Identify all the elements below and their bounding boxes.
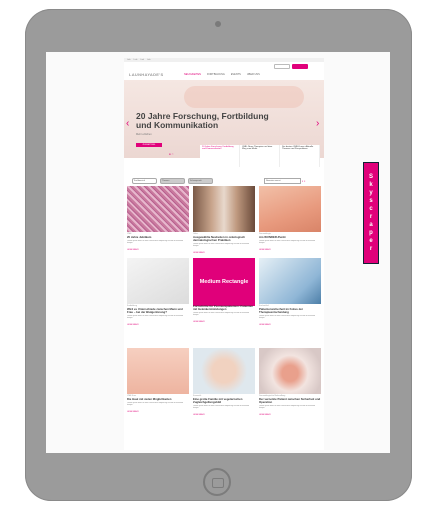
filter-dropdown[interactable]: Fachbereich <box>132 178 157 184</box>
nav-item[interactable]: FORTBILDUNG <box>207 73 225 76</box>
card-image <box>127 258 189 304</box>
card-more-link[interactable]: LESE MEHR <box>127 411 189 413</box>
skyscraper-ad[interactable]: Skyscraper <box>363 162 379 264</box>
card-more-link[interactable]: LESE MEHR <box>259 414 321 416</box>
top-link[interactable]: Link <box>147 59 151 61</box>
camera-icon <box>215 21 221 27</box>
main-nav: NEUIGKEITEN FORTBILDUNG EVENTS UBER UNS <box>184 73 260 76</box>
skyscraper-letter: r <box>369 214 373 220</box>
skyscraper-letter: r <box>369 246 373 252</box>
card-image <box>259 348 321 394</box>
card-text: Lorem ipsum dolor sit amet consectetur a… <box>259 240 315 245</box>
card-title[interactable]: Patientensicherheit im Fokus der Therapi… <box>259 308 321 314</box>
site-logo[interactable]: LAUNHAYADE'S <box>129 72 164 77</box>
nav-item[interactable]: EVENTS <box>231 73 241 76</box>
card-title[interactable]: Wird es Unterschiede zwischen Mann und F… <box>127 308 189 314</box>
card-image <box>127 186 189 232</box>
teaser-item[interactable]: CME: Neue Therapien auf dem Weg zum Mark… <box>240 145 280 167</box>
card-image <box>193 348 255 394</box>
carousel-dots[interactable]: ● ○ <box>169 152 173 156</box>
card-text: Lorem ipsum dolor sit amet consectetur a… <box>193 243 249 248</box>
card-more-link[interactable]: LESE MEHR <box>193 252 255 254</box>
card-title[interactable]: Ausgewählte Neuheiten in onkologisch der… <box>193 236 255 242</box>
screen: Link Link Link Link LAUNHAYADE'S NEUIGKE… <box>46 52 390 453</box>
card-more-link[interactable]: LESE MEHR <box>127 249 189 251</box>
view-toggle-icon[interactable]: ▪▪ <box>302 179 306 183</box>
skyscraper-letter: a <box>369 222 373 228</box>
article-card[interactable]: CME 20 Jahre Jubiläum Lorem ipsum dolor … <box>127 186 189 251</box>
hero-image <box>184 86 304 108</box>
article-card[interactable]: Fachartikel Patientensicherheit im Fokus… <box>259 258 321 326</box>
skyscraper-letter: S <box>368 174 373 180</box>
filter-chip[interactable]: Themen <box>160 178 185 184</box>
card-more-link[interactable]: LESE MEHR <box>259 249 321 251</box>
skyscraper-letter: k <box>369 182 373 188</box>
hero-button[interactable]: ZUM ARTIKEL <box>136 143 162 147</box>
filter-bar: Fachbereich Themen Schwerpunkt <box>132 178 213 184</box>
teaser-bar: 20 Jahre Forschung, Fortbildung und Komm… <box>200 145 320 167</box>
article-card[interactable]: Onko Ausgewählte Neuheiten in onkologisc… <box>193 186 255 254</box>
card-title[interactable]: Der vernetzte Patient zwischen Sicherhei… <box>259 398 321 404</box>
card-more-link[interactable]: LESE MEHR <box>259 324 321 326</box>
filter-chip[interactable]: Schwerpunkt <box>188 178 213 184</box>
article-card[interactable]: Kosmetik Eine große Familie mit vegetari… <box>193 348 255 416</box>
login-button[interactable] <box>274 64 290 69</box>
card-text: Lorem ipsum dolor sit amet consectetur a… <box>193 312 249 317</box>
card-image <box>127 348 189 394</box>
card-more-link[interactable]: LESE MEHR <box>193 321 255 323</box>
card-title[interactable]: Fortschritte für Psoriasispatienten: Pat… <box>193 305 255 311</box>
card-text: Lorem ipsum dolor sit amet consectetur a… <box>193 405 249 410</box>
teaser-item[interactable]: 20 Jahre Forschung, Fortbildung und Komm… <box>200 145 240 167</box>
card-image <box>259 258 321 304</box>
top-link[interactable]: Link <box>134 59 138 61</box>
top-link[interactable]: Link <box>127 59 131 61</box>
card-image <box>259 186 321 232</box>
article-card[interactable]: Dermatologie Am WUNDER-Punkt Lorem ipsum… <box>259 186 321 251</box>
card-text: Lorem ipsum dolor sit amet consectetur a… <box>127 315 183 320</box>
article-card[interactable]: Dermatologische Behandlung Der vernetzte… <box>259 348 321 416</box>
card-text: Lorem ipsum dolor sit amet consectetur a… <box>127 402 183 407</box>
home-icon <box>212 478 224 488</box>
article-card[interactable]: Fortschritte für Psoriasispatienten: Pat… <box>193 304 255 324</box>
skyscraper-letter: p <box>369 230 373 236</box>
card-title[interactable]: Die Haut mit vielen Möglichkeiten <box>127 398 189 401</box>
article-card[interactable]: Fortbildung Wird es Unterschiede zwische… <box>127 258 189 326</box>
article-card[interactable]: CME Kurs Die Haut mit vielen Möglichkeit… <box>127 348 189 413</box>
card-title[interactable]: 20 Jahre Jubiläum <box>127 236 189 239</box>
register-button[interactable] <box>292 64 308 69</box>
skyscraper-letter: c <box>369 206 373 212</box>
sort-dropdown[interactable]: Neuestes zuerst <box>264 178 301 184</box>
nav-item[interactable]: UBER UNS <box>247 73 260 76</box>
top-link[interactable]: Link <box>140 59 144 61</box>
teaser-item[interactable]: Die besten CME-Kurse: Aktuelle Themen un… <box>280 145 320 167</box>
medium-rectangle-ad[interactable]: Medium Rectangle <box>193 258 255 306</box>
card-image <box>193 186 255 232</box>
card-text: Lorem ipsum dolor sit amet consectetur a… <box>127 240 183 245</box>
website: Link Link Link Link LAUNHAYADE'S NEUIGKE… <box>124 58 324 450</box>
card-text: Lorem ipsum dolor sit amet consectetur a… <box>259 315 315 320</box>
card-title[interactable]: Eine große Familie mit vegetarischen Zug… <box>193 398 255 404</box>
next-arrow-icon[interactable]: › <box>316 118 319 129</box>
card-more-link[interactable]: LESE MEHR <box>127 324 189 326</box>
card-title[interactable]: Am WUNDER-Punkt <box>259 236 321 239</box>
nav-item[interactable]: NEUIGKEITEN <box>184 73 201 76</box>
home-button[interactable] <box>203 468 231 496</box>
hero-subtitle[interactable]: Mehr erfahren <box>136 133 152 136</box>
hero-title: 20 Jahre Forschung, Fortbildung und Komm… <box>136 111 269 130</box>
prev-arrow-icon[interactable]: ‹ <box>126 118 129 129</box>
skyscraper-letter: e <box>369 238 373 244</box>
top-bar: Link Link Link Link <box>124 58 324 62</box>
skyscraper-letter: s <box>369 198 373 204</box>
tablet-frame: Link Link Link Link LAUNHAYADE'S NEUIGKE… <box>25 9 412 501</box>
card-more-link[interactable]: LESE MEHR <box>193 414 255 416</box>
skyscraper-letter: y <box>369 190 373 196</box>
card-text: Lorem ipsum dolor sit amet consectetur a… <box>259 405 315 410</box>
